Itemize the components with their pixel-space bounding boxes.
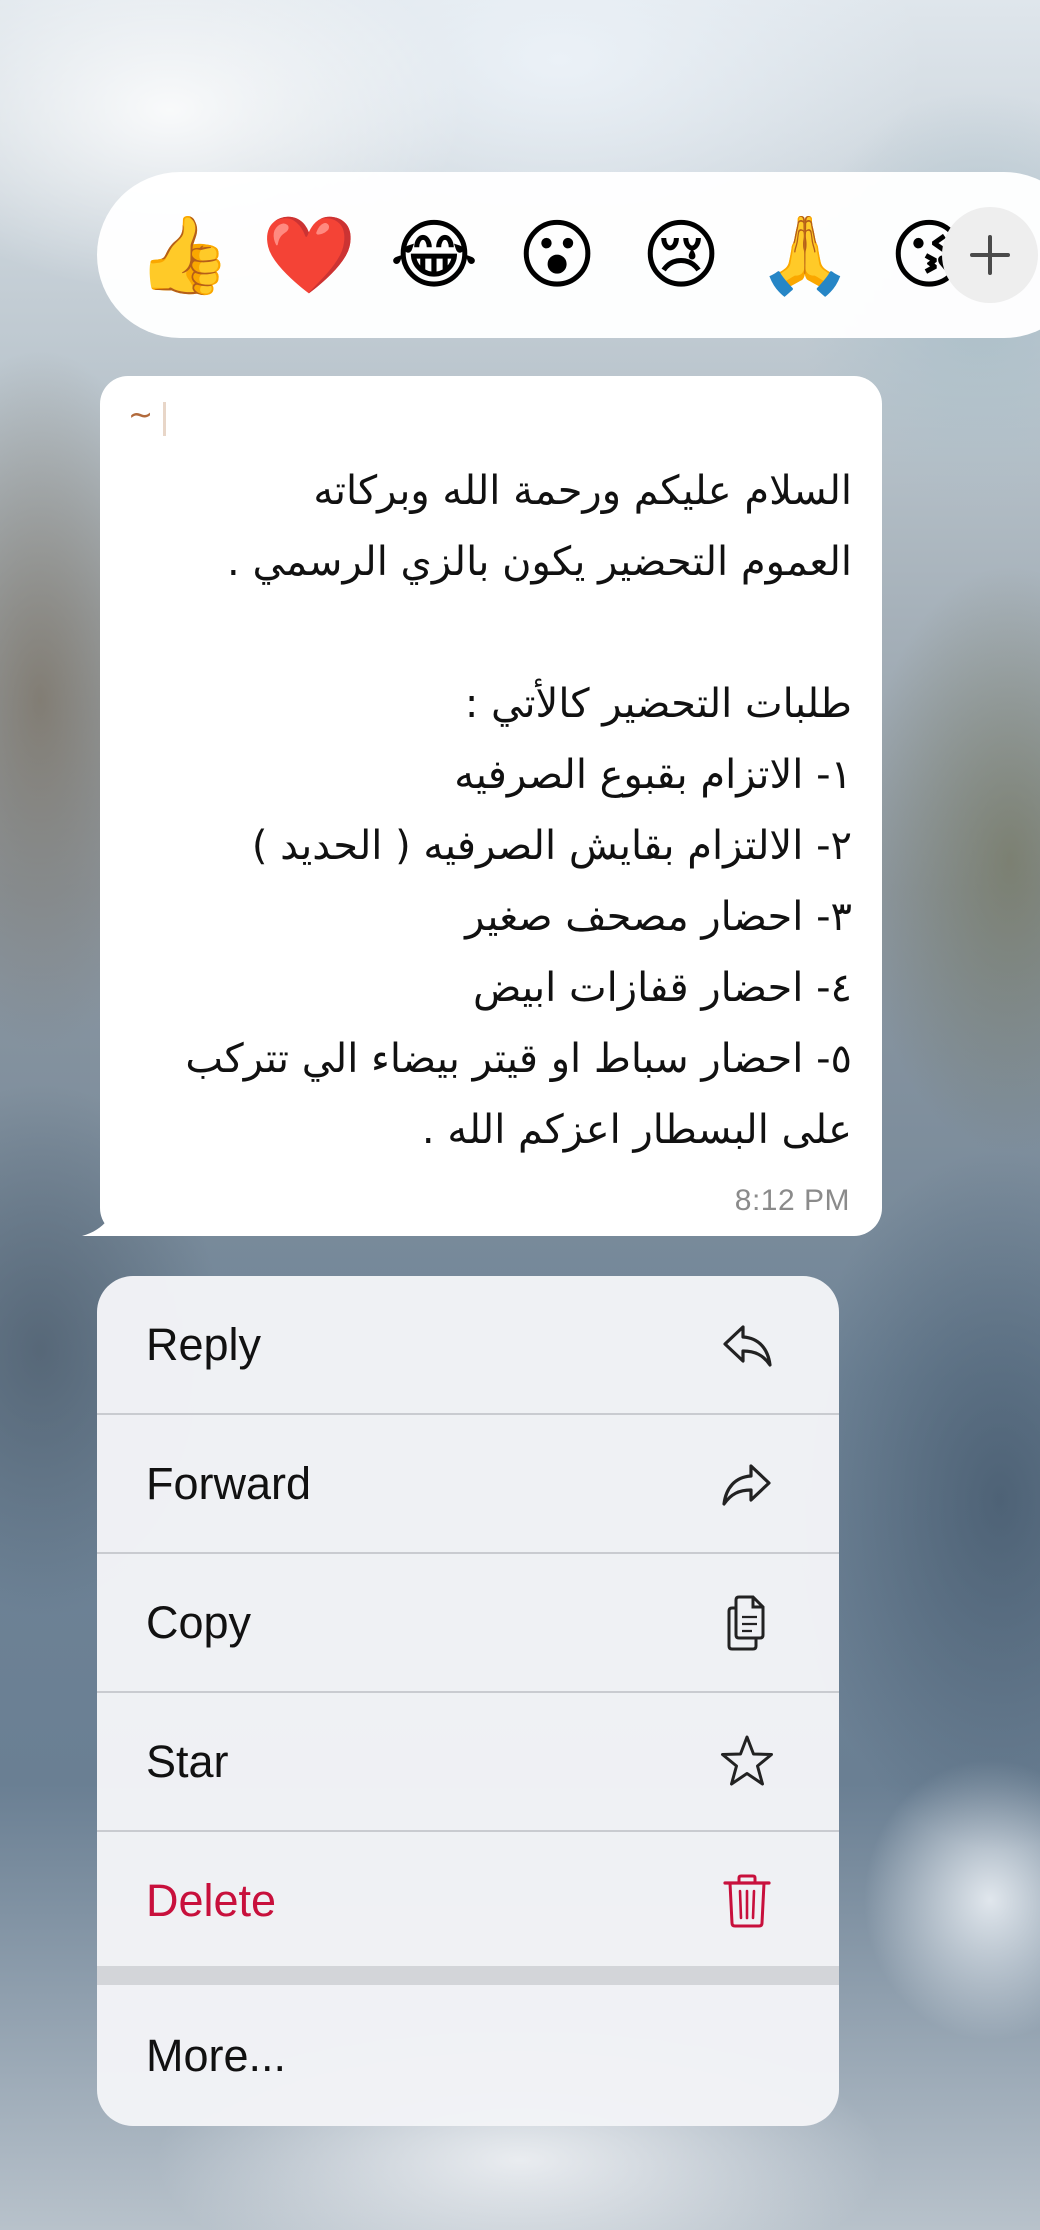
sender-name: ~ [128,398,154,433]
forward-icon [722,1464,771,1506]
sender-divider [163,402,166,436]
context-menu: Reply Forward Copy Star Delete More... [97,1276,839,2126]
tears-of-joy-icon[interactable]: 😂 [384,205,484,305]
plus-icon [970,235,1010,275]
trash-icon [723,1874,771,1928]
delete-label: Delete [146,1875,277,1926]
forward-label: Forward [146,1458,312,1509]
star-label: Star [146,1736,229,1787]
reaction-bar: 👍 ❤️ 😂 😮 😢 🙏 😘 [97,172,1040,338]
forward-button[interactable]: Forward [97,1415,839,1553]
message-bubble[interactable]: ~ السلام عليكم ورحمة الله وبركاته العموم… [100,376,882,1236]
more-button[interactable]: More... [97,1985,839,2126]
reply-icon [723,1325,772,1367]
star-button[interactable]: Star [97,1693,839,1831]
copy-icon [727,1595,765,1651]
menu-section-divider [97,1966,839,1985]
reply-button[interactable]: Reply [97,1276,839,1414]
surprised-face-icon[interactable]: 😮 [507,205,607,305]
thumbs-up-icon[interactable]: 👍 [134,205,234,305]
more-label: More... [146,2029,287,2081]
reply-label: Reply [146,1319,262,1370]
message-timestamp: 8:12 PM [734,1184,850,1217]
red-heart-icon[interactable]: ❤️ [259,205,359,305]
delete-button[interactable]: Delete [97,1832,839,1970]
more-reactions-button[interactable] [942,207,1038,303]
star-icon [721,1735,773,1786]
copy-label: Copy [146,1597,252,1648]
crying-face-icon[interactable]: 😢 [631,205,731,305]
copy-button[interactable]: Copy [97,1554,839,1692]
message-text: السلام عليكم ورحمة الله وبركاته العموم ا… [185,468,852,1153]
folded-hands-icon[interactable]: 🙏 [755,205,855,305]
